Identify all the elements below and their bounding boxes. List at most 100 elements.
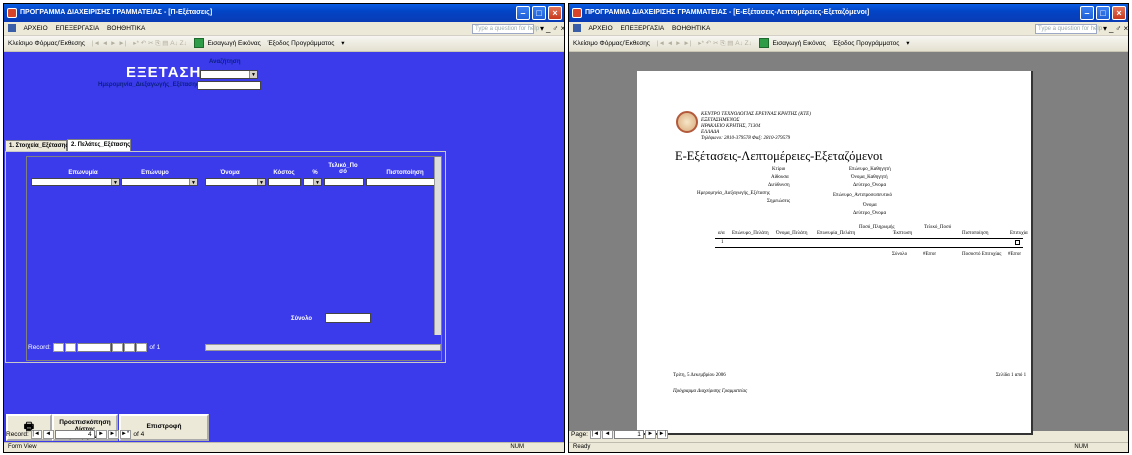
new-record-button[interactable]: ►* xyxy=(119,430,131,439)
percent-combo[interactable]: ▼ xyxy=(303,178,322,186)
prev-page-button[interactable]: ◄ xyxy=(601,430,613,439)
field-label: Όνομα_Καθηγητή xyxy=(851,175,888,180)
window-title: ΠΡΟΓΡΑΜΜΑ ΔΙΑΧΕΙΡΙΣΗΣ ΓΡΑΜΜΑΤΕΙΑΣ - [Π-Ε… xyxy=(20,9,213,16)
footer-program: Πρόγραμμα Διαχείρισης Γραμματείας xyxy=(673,389,748,394)
exit-program-button[interactable]: Έξοδος Προγράμματος xyxy=(833,40,900,47)
prev-record-button[interactable]: ◄ xyxy=(42,430,54,439)
insert-image-button[interactable]: Εισαγωγή Εικόνας xyxy=(772,40,825,47)
vertical-scrollbar[interactable] xyxy=(434,157,441,335)
maximize-button[interactable]: □ xyxy=(532,6,546,20)
first-record-button[interactable]: |◄ xyxy=(52,343,64,352)
page-number-field[interactable]: 1 xyxy=(613,430,644,439)
menu-edit[interactable]: ΕΠΕΞΕΡΓΑΣΙΑ xyxy=(55,25,99,32)
certification-field[interactable] xyxy=(366,178,436,186)
org-line: ΕΛΛΑΔΑ xyxy=(701,130,720,135)
next-page-button[interactable]: ► xyxy=(644,430,656,439)
final-amount-field[interactable] xyxy=(324,178,364,186)
chevron-down-icon[interactable]: ▼ xyxy=(111,179,119,186)
close-form-button[interactable]: Κλείσιμο Φόρμας/Έκθεσης xyxy=(573,40,650,47)
mdi-controls[interactable]: ▾_♂× xyxy=(540,22,564,36)
prev-record-button[interactable]: ◄ xyxy=(64,343,76,352)
client-name-combo[interactable]: ▼ xyxy=(31,178,120,186)
chevron-down-icon[interactable]: ▼ xyxy=(313,179,321,186)
total-label: Σύνολο xyxy=(892,252,908,257)
image-icon xyxy=(758,38,769,49)
form-window: ΠΡΟΓΡΑΜΜΑ ΔΙΑΧΕΙΡΙΣΗΣ ΓΡΑΜΜΑΤΕΙΑΣ - [Π-Ε… xyxy=(3,3,565,453)
record-count: of 1 xyxy=(149,344,161,352)
num-lock-indicator: NUM xyxy=(510,444,524,450)
mdi-controls[interactable]: ▾_♂× xyxy=(1103,22,1128,36)
edit-icons: ▸* ↶ ✂ ⎘ ▤ A↓ Z↓ xyxy=(698,40,752,47)
last-page-button[interactable]: ►| xyxy=(656,430,668,439)
new-record-button[interactable]: ►* xyxy=(135,343,147,352)
report-column-header: Επιτυχία xyxy=(1010,231,1028,236)
report-column-header: Όνομα_Πελάτη xyxy=(776,231,808,236)
report-column-header: α/α xyxy=(718,231,725,236)
row-number: 1 xyxy=(721,240,724,245)
record-number-field[interactable]: 1 xyxy=(76,343,111,352)
tab-exam-details[interactable]: 1. Στοιχεία_Εξέτασης xyxy=(5,140,68,151)
window-title: ΠΡΟΓΡΑΜΜΑ ΔΙΑΧΕΙΡΙΣΗΣ ΓΡΑΜΜΑΤΕΙΑΣ - [Ε-Ε… xyxy=(585,9,870,16)
report-title: Ε-Εξέτασεις-Λεπτομέρειες-Εξεταζόμενοι xyxy=(675,149,883,163)
minimize-button[interactable]: – xyxy=(516,6,530,20)
org-line: Τηλέφωνο: 2810-379578 Φαξ: 2810-379579 xyxy=(701,136,791,141)
close-button[interactable]: × xyxy=(1112,6,1126,20)
menu-tools[interactable]: ΒΟΗΘΗΤΙΚΑ xyxy=(672,25,710,32)
app-icon xyxy=(7,8,17,18)
percent-label: Ποσοστό Επιτυχίας xyxy=(962,252,1002,257)
menu-file[interactable]: ΑΡΧΕΙΟ xyxy=(23,25,47,32)
tab-exam-clients[interactable]: 2. Πελάτες_Εξέτασης xyxy=(67,139,131,151)
first-page-button[interactable]: |◄ xyxy=(589,430,601,439)
chevron-down-icon[interactable]: ▼ xyxy=(189,179,197,186)
record-nav: Record: |◄ ◄ 4 ► ►| ►* of 4 xyxy=(6,430,144,441)
date-label: Ημερομηνία_Διεξαγωγής_Εξέτασης xyxy=(98,82,200,88)
maximize-button[interactable]: □ xyxy=(1096,6,1110,20)
num-lock-indicator: NUM xyxy=(1074,444,1088,450)
nav-first-icon: |◄ ◄ ► ►| xyxy=(91,40,127,47)
header-rule xyxy=(715,238,1023,239)
menu-file[interactable]: ΑΡΧΕΙΟ xyxy=(588,25,612,32)
print-preview-area: ΚΕΝΤΡΟ ΤΕΧΝΟΛΟΓΙΑΣ ΕΡΕΥΝΑΣ ΚΡΗΤΗΣ (ΚΤΕ) … xyxy=(569,52,1128,435)
column-header: Επωνυμία xyxy=(68,170,98,176)
last-record-button[interactable]: ►| xyxy=(123,343,135,352)
horizontal-scrollbar[interactable] xyxy=(205,344,441,351)
status-bar: Ready NUM xyxy=(569,442,1128,452)
help-search-input[interactable]: Type a question for help xyxy=(472,24,539,34)
menu-bar: ΑΡΧΕΙΟ ΕΠΕΞΕΡΓΑΣΙΑ ΒΟΗΘΗΤΙΚΑ Type a ques… xyxy=(4,22,564,36)
search-label: Αναζήτηση xyxy=(209,59,241,65)
column-header: Τελικό_Πο σό xyxy=(328,163,358,175)
menu-tools[interactable]: ΒΟΗΘΗΤΙΚΑ xyxy=(107,25,145,32)
exit-program-button[interactable]: Έξοδος Προγράμματος xyxy=(268,40,335,47)
success-checkbox xyxy=(1015,240,1020,245)
column-header: Κόστος xyxy=(273,170,295,176)
record-number-field[interactable]: 4 xyxy=(54,430,95,439)
column-header: Όνομα xyxy=(220,170,240,176)
menu-edit[interactable]: ΕΠΕΞΕΡΓΑΣΙΑ xyxy=(620,25,664,32)
search-combo[interactable]: ▼ xyxy=(200,70,258,79)
chevron-down-icon[interactable]: ▼ xyxy=(257,179,265,186)
first-record-button[interactable]: |◄ xyxy=(30,430,42,439)
surname-combo[interactable]: ▼ xyxy=(121,178,198,186)
total-field[interactable] xyxy=(325,313,371,323)
cost-field[interactable] xyxy=(268,178,301,186)
close-button[interactable]: × xyxy=(548,6,562,20)
date-field[interactable] xyxy=(197,81,261,90)
insert-image-button[interactable]: Εισαγωγή Εικόνας xyxy=(207,40,260,47)
next-record-button[interactable]: ► xyxy=(95,430,107,439)
last-record-button[interactable]: ►| xyxy=(107,430,119,439)
report-column-header: Πιστοποίηση xyxy=(962,231,989,236)
report-page: ΚΕΝΤΡΟ ΤΕΧΝΟΛΟΓΙΑΣ ΕΡΕΥΝΑΣ ΚΡΗΤΗΣ (ΚΤΕ) … xyxy=(637,71,1033,435)
toolbar-chevron-icon[interactable]: ▾ xyxy=(906,40,909,47)
report-column-header: Έκπτωση xyxy=(893,231,913,236)
minimize-button[interactable]: – xyxy=(1080,6,1094,20)
help-search-input[interactable]: Type a question for help xyxy=(1035,24,1102,34)
toolbar-chevron-icon[interactable]: ▾ xyxy=(341,40,344,47)
row-rule xyxy=(715,247,1023,248)
firstname-combo[interactable]: ▼ xyxy=(205,178,266,186)
close-form-button[interactable]: Κλείσιμο Φόρμας/Έκθεσης xyxy=(8,40,85,47)
next-record-button[interactable]: ► xyxy=(111,343,123,352)
chevron-down-icon[interactable]: ▼ xyxy=(249,71,257,78)
toolbar: Κλείσιμο Φόρμας/Έκθεσης |◄ ◄ ► ►| ▸* ↶ ✂… xyxy=(569,36,1128,52)
image-icon xyxy=(193,38,204,49)
report-column-header: Επώνυμο_Πελάτη xyxy=(732,231,769,236)
